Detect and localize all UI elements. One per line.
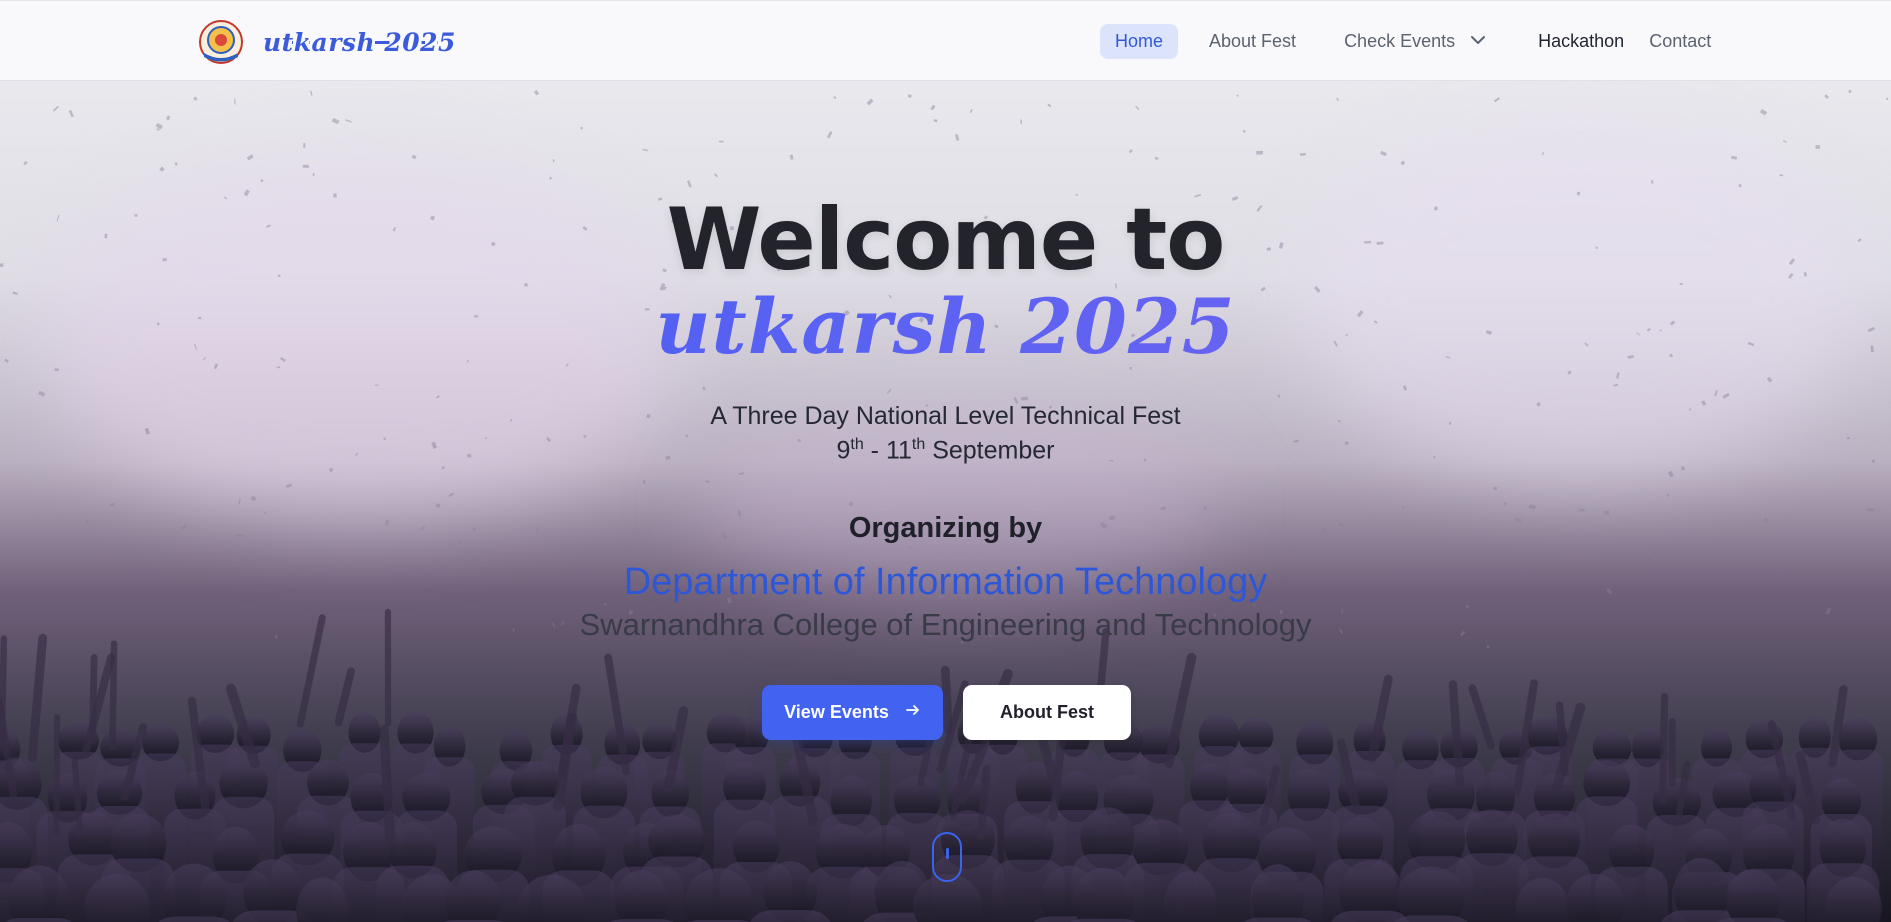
nav-home[interactable]: Home xyxy=(1100,24,1179,59)
nav-contact[interactable]: Contact xyxy=(1634,24,1726,59)
chevron-down-icon xyxy=(1470,25,1486,60)
date-start-suffix: th xyxy=(850,436,864,453)
nav-hackathon[interactable]: Hackathon xyxy=(1523,24,1639,59)
nav-check-events[interactable]: Check Events xyxy=(1329,24,1501,59)
college-crest-icon xyxy=(198,19,244,65)
fest-dates: 9th - 11th September xyxy=(0,436,1891,465)
fest-name-heading: utkarsh 2025 xyxy=(0,282,1891,371)
top-navbar: utkarsh 2025 Home About Fest Check Event… xyxy=(0,0,1891,81)
welcome-heading: Welcome to xyxy=(666,190,1226,290)
department-name: Department of Information Technology xyxy=(623,561,1268,603)
date-separator: - xyxy=(863,436,886,465)
date-start-day: 9 xyxy=(836,436,851,465)
tagline: A Three Day National Level Technical Fes… xyxy=(710,402,1181,430)
college-name: Swarnandhra College of Engineering and T… xyxy=(579,607,1312,642)
scroll-wheel xyxy=(946,848,949,859)
date-end-suffix: th xyxy=(911,436,926,453)
brand[interactable]: utkarsh 2025 xyxy=(198,19,456,65)
organizing-label: Organizing by xyxy=(848,512,1043,544)
brand-name: utkarsh 2025 xyxy=(263,27,456,57)
date-end-day: 11 xyxy=(885,436,912,465)
date-month: September xyxy=(925,436,1055,465)
scroll-down-mouse-icon[interactable] xyxy=(932,832,962,882)
nav-check-events-label: Check Events xyxy=(1344,31,1456,51)
about-fest-button[interactable]: About Fest xyxy=(963,685,1131,740)
view-events-label: View Events xyxy=(784,702,889,722)
arrow-right-icon xyxy=(905,702,921,723)
view-events-button[interactable]: View Events xyxy=(762,685,943,740)
nav-about-fest[interactable]: About Fest xyxy=(1194,24,1311,59)
nav-links: Home About Fest Check Events Hackathon C… xyxy=(1100,24,1726,59)
